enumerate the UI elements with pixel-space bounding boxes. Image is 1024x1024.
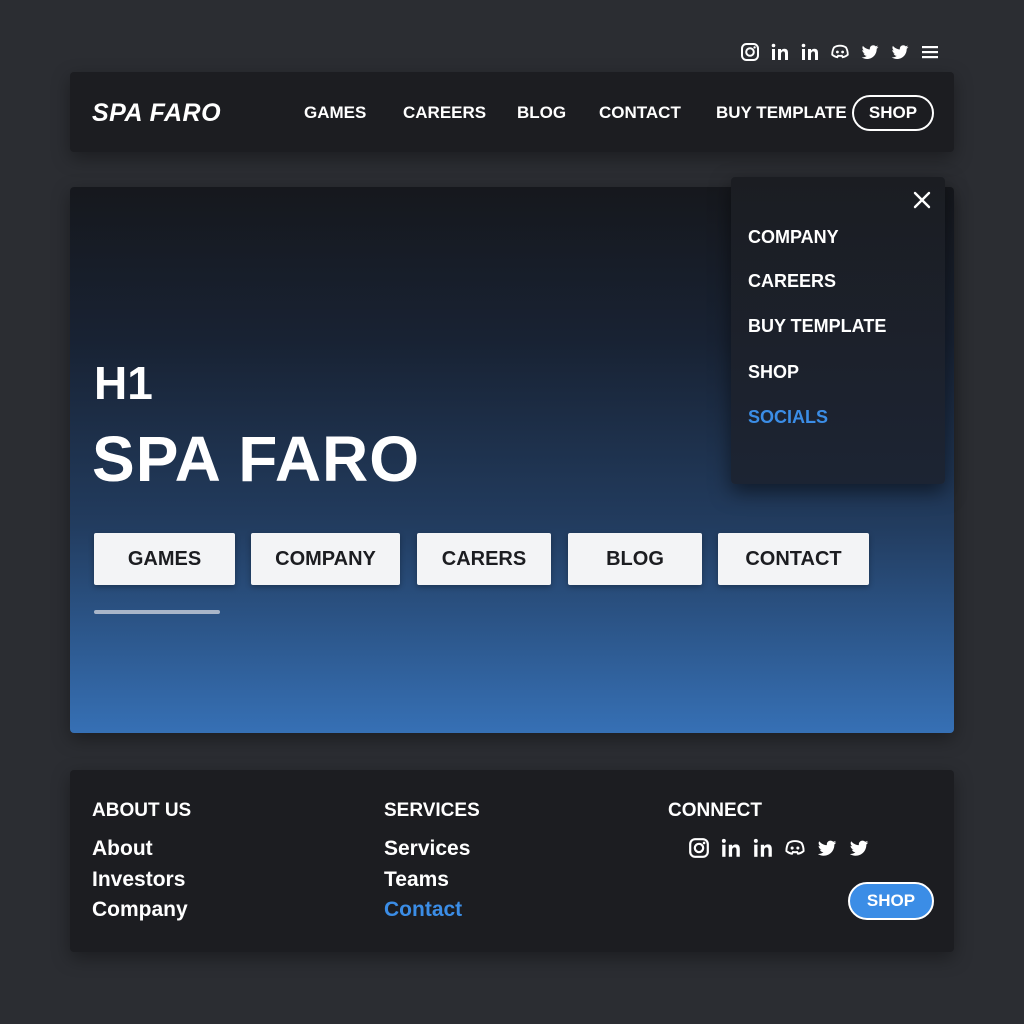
linkedin-icon[interactable] [770,42,790,62]
linkedin-icon[interactable] [752,837,774,859]
nav-blog[interactable]: BLOG [517,101,566,125]
footer-link-investors[interactable]: Investors [92,866,185,894]
twitter-icon[interactable] [890,42,910,62]
hero-underline-divider [94,610,220,614]
twitter-icon[interactable] [848,837,870,859]
shop-button[interactable]: SHOP [852,95,934,131]
main-nav: GAMES CAREERS BLOG CONTACT BUY TEMPLATE [70,72,954,152]
discord-icon[interactable] [784,837,806,859]
site-footer: ABOUT US About Investors Company SERVICE… [70,770,954,952]
nav-contact[interactable]: CONTACT [599,101,681,125]
top-social-bar [740,40,940,64]
hero-company-button[interactable]: COMPANY [251,533,400,585]
footer-link-company[interactable]: Company [92,896,188,924]
nav-careers[interactable]: CAREERS [403,101,486,125]
hero-games-button[interactable]: GAMES [94,533,235,585]
dropdown-item-shop[interactable]: SHOP [748,360,799,384]
twitter-icon[interactable] [860,42,880,62]
dropdown-item-careers[interactable]: CAREERS [748,269,836,293]
nav-buy-template[interactable]: BUY TEMPLATE [716,101,847,125]
site-header: SPA FARO GAMES CAREERS BLOG CONTACT BUY … [70,72,954,152]
hero-blog-button[interactable]: BLOG [568,533,702,585]
hero-carers-button[interactable]: CARERS [417,533,551,585]
instagram-icon[interactable] [688,837,710,859]
footer-link-teams[interactable]: Teams [384,866,449,894]
instagram-icon[interactable] [740,42,760,62]
close-icon[interactable] [911,189,933,211]
linkedin-icon[interactable] [720,837,742,859]
dropdown-item-socials[interactable]: SOCIALS [748,405,828,429]
dropdown-menu: COMPANY CAREERS BUY TEMPLATE SHOP SOCIAL… [731,177,945,484]
footer-about-heading: ABOUT US [92,800,192,821]
footer-link-about[interactable]: About [92,835,153,863]
footer-social-bar [688,836,878,860]
footer-connect-heading: CONNECT [668,800,762,821]
hero-heading-label: H1 [94,357,153,409]
twitter-icon[interactable] [816,837,838,859]
footer-shop-button[interactable]: SHOP [848,882,934,920]
nav-games[interactable]: GAMES [304,101,366,125]
linkedin-icon[interactable] [800,42,820,62]
dropdown-item-buy-template[interactable]: BUY TEMPLATE [748,314,886,338]
discord-icon[interactable] [830,42,850,62]
footer-link-services[interactable]: Services [384,835,470,863]
footer-link-contact[interactable]: Contact [384,896,462,924]
menu-icon[interactable] [920,42,940,62]
hero-title: SPA FARO [92,423,421,495]
hero-contact-button[interactable]: CONTACT [718,533,869,585]
dropdown-item-company[interactable]: COMPANY [748,225,839,249]
footer-services-heading: SERVICES [384,800,480,821]
